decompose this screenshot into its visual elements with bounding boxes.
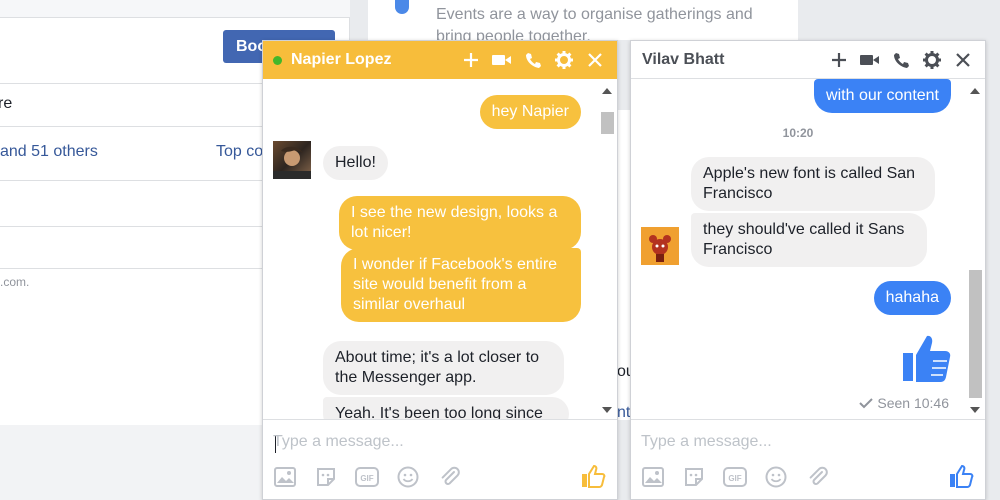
image-icon[interactable]: [641, 465, 665, 489]
phone-icon[interactable]: [891, 50, 911, 70]
scrollbar-thumb[interactable]: [601, 112, 614, 134]
message-incoming: Hello!: [323, 146, 388, 180]
close-icon[interactable]: [953, 50, 973, 70]
message-incoming: they should've called it Sans Francisco: [691, 213, 927, 267]
seen-status: Seen 10:46: [859, 395, 949, 411]
likes-link[interactable]: and 51 others: [0, 143, 98, 161]
seen-text: Seen 10:46: [877, 395, 949, 411]
background-row-text: re: [0, 95, 13, 112]
emoji-icon[interactable]: [396, 465, 420, 489]
message-incoming: Apple's new font is called San Francisco: [691, 157, 935, 211]
online-status-dot: [273, 55, 282, 65]
chat-title[interactable]: Vilav Bhatt: [631, 51, 829, 69]
gif-icon[interactable]: GIF: [723, 465, 747, 489]
gear-icon[interactable]: [922, 50, 942, 70]
sticker-icon[interactable]: [682, 465, 706, 489]
thumbs-up-icon[interactable]: [949, 463, 975, 489]
scroll-up-icon[interactable]: [602, 88, 612, 94]
message-incoming: Yeah. It's been too long since: [323, 397, 569, 421]
message-list[interactable]: hey Napier Hello! I see the new design, …: [263, 79, 597, 421]
video-icon[interactable]: [492, 50, 512, 70]
avatar[interactable]: [641, 227, 679, 265]
message-outgoing: hahaha: [873, 281, 951, 315]
scrollbar[interactable]: [597, 79, 617, 421]
check-icon: [859, 395, 877, 411]
chat-window-vilav: Vilav Bhatt with our content 10:20 Apple…: [630, 40, 986, 500]
plus-icon[interactable]: [829, 50, 849, 70]
attachment-icon[interactable]: [805, 465, 829, 489]
image-icon[interactable]: [273, 465, 297, 489]
scrollbar-thumb[interactable]: [969, 270, 982, 398]
thumbs-up-sticker-icon: [903, 333, 951, 388]
video-icon[interactable]: [860, 50, 880, 70]
lightbulb-icon: [395, 0, 409, 14]
chat-header[interactable]: Napier Lopez: [263, 41, 617, 79]
timestamp-divider: 10:20: [782, 126, 814, 140]
message-outgoing: hey Napier: [479, 95, 581, 129]
avatar[interactable]: [273, 141, 311, 179]
message-input[interactable]: [273, 430, 573, 454]
composer: GIF: [631, 419, 985, 499]
emoji-icon[interactable]: [764, 465, 788, 489]
plus-icon[interactable]: [461, 50, 481, 70]
attachment-icon[interactable]: [437, 465, 461, 489]
chat-title[interactable]: Napier Lopez: [291, 51, 461, 69]
background-link-fragment[interactable]: nt: [617, 404, 630, 422]
composer: GIF: [263, 419, 617, 499]
phone-icon[interactable]: [523, 50, 543, 70]
background-url-text: .com.: [0, 275, 30, 289]
chat-window-napier: Napier Lopez hey Napier Hello! I see the…: [262, 40, 618, 500]
message-outgoing: I wonder if Facebook's entire site would…: [341, 248, 581, 322]
gif-label: GIF: [360, 474, 373, 483]
message-outgoing: with our content: [814, 79, 951, 113]
top-comments-link[interactable]: Top co: [216, 143, 263, 161]
gear-icon[interactable]: [554, 50, 574, 70]
scroll-up-icon[interactable]: [970, 88, 980, 94]
gif-icon[interactable]: GIF: [355, 465, 379, 489]
thumbs-up-icon[interactable]: [581, 463, 607, 489]
close-icon[interactable]: [585, 50, 605, 70]
chat-header[interactable]: Vilav Bhatt: [631, 41, 985, 79]
message-input[interactable]: [641, 430, 941, 454]
background-footer: [0, 425, 262, 500]
message-list[interactable]: with our content 10:20 Apple's new font …: [631, 79, 965, 421]
gif-label: GIF: [728, 474, 741, 483]
message-outgoing: I see the new design, looks a lot nicer!: [339, 196, 581, 250]
sticker-icon[interactable]: [314, 465, 338, 489]
scroll-down-icon[interactable]: [970, 407, 980, 413]
message-incoming: About time; it's a lot closer to the Mes…: [323, 341, 564, 395]
scrollbar[interactable]: [965, 79, 985, 421]
background-top-strip: [0, 0, 350, 18]
scroll-down-icon[interactable]: [602, 407, 612, 413]
